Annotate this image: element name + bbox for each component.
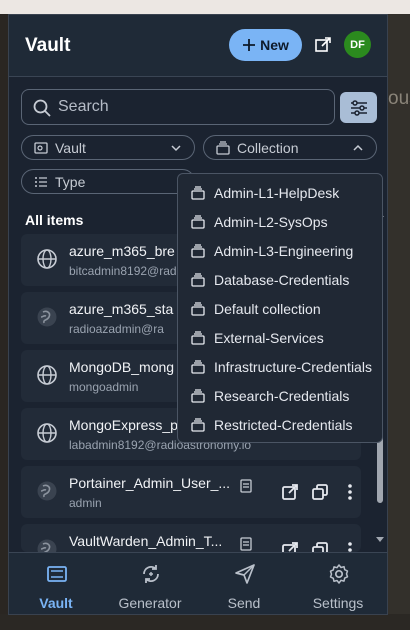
collection-option-label: Database-Credentials [214,271,350,288]
nav-vault-label: Vault [39,595,73,611]
app-logo-icon [37,307,57,327]
item-username: radioazadmin@ra [69,322,164,336]
generator-icon [143,565,159,583]
launch-icon[interactable] [281,483,299,501]
chevron-down-icon [171,145,181,152]
collection-option-label: Admin-L1-HelpDesk [214,184,340,201]
type-filter[interactable]: Type [21,169,195,194]
collection-option[interactable]: Admin-L3-Engineering [178,236,382,265]
collection-icon [191,185,205,200]
collection-option[interactable]: Infrastructure-Credentials [178,352,382,381]
collection-icon [216,140,230,155]
item-name: MongoDB_mong [69,359,175,375]
plus-icon [243,39,256,51]
popup-header: Vault New DF [9,15,387,77]
collection-icon [191,214,205,229]
chevron-up-icon [353,144,363,151]
browser-toolbar [0,0,410,14]
collection-option[interactable]: Database-Credentials [178,265,382,294]
nav-send-label: Send [227,595,261,611]
nav-generator[interactable]: Generator [103,553,197,614]
list-item[interactable]: VaultWarden_Admin_T... [21,524,361,552]
collection-icon [191,330,205,345]
app-logo-icon [37,539,57,552]
collection-option[interactable]: Admin-L1-HelpDesk [178,178,382,207]
item-username: admin [69,496,102,510]
globe-icon [37,365,57,385]
app-logo-icon [37,481,57,501]
filter-toggle-button[interactable] [340,92,377,123]
item-name: Portainer_Admin_User_... [69,475,231,491]
collection-option-label: External-Services [214,329,324,346]
collection-icon [191,388,205,403]
page-background-bottom [0,614,410,630]
search-box[interactable] [21,89,335,125]
bottom-nav: Vault Generator Send Settings [9,552,387,614]
background-page-text: ous [388,88,410,109]
item-name: VaultWarden_Admin_T... [69,533,223,549]
more-options-icon[interactable] [341,541,359,552]
extension-popup: Vault New DF Vault Collection [8,14,388,615]
list-icon [35,176,47,187]
collection-icon [240,479,252,493]
collection-option-label: Restricted-Credentials [214,416,353,433]
send-icon [235,564,255,584]
nav-settings[interactable]: Settings [291,553,385,614]
copy-icon[interactable] [311,483,329,501]
collection-option-label: Admin-L2-SysOps [214,213,328,230]
globe-icon [37,249,57,269]
collection-option-label: Infrastructure-Credentials [214,358,372,375]
collection-option-label: Default collection [214,300,321,317]
collection-icon [191,272,205,287]
collection-option[interactable]: Admin-L2-SysOps [178,207,382,236]
list-heading: All items [25,212,84,228]
search-icon [33,99,51,117]
collection-icon [191,359,205,374]
collection-icon [191,301,205,316]
collection-icon [191,243,205,258]
collection-option[interactable]: Restricted-Credentials [178,410,382,439]
new-item-label: New [260,37,289,53]
nav-send[interactable]: Send [197,553,291,614]
item-username: mongoadmin [69,380,139,394]
page-title: Vault [25,35,71,56]
collection-icon [240,537,252,551]
sliders-icon [350,99,367,116]
new-item-button[interactable]: New [229,29,302,61]
nav-vault[interactable]: Vault [9,553,103,614]
item-username: bitcadmin8192@radio [69,264,186,278]
globe-icon [37,423,57,443]
vault-filter[interactable]: Vault [21,135,195,160]
copy-icon[interactable] [311,541,329,552]
gear-icon [329,564,349,584]
type-filter-label: Type [55,173,86,190]
nav-settings-label: Settings [312,595,364,611]
launch-icon[interactable] [281,541,299,552]
collection-filter-label: Collection [237,139,299,156]
collection-option-label: Research-Credentials [214,387,350,404]
more-options-icon[interactable] [341,483,359,501]
collection-dropdown: Admin-L1-HelpDesk Admin-L2-SysOps Admin-… [177,173,383,443]
collection-option-label: Admin-L3-Engineering [214,242,354,259]
collection-option[interactable]: Research-Credentials [178,381,382,410]
nav-generator-label: Generator [118,595,182,611]
vault-filter-label: Vault [55,139,86,156]
popout-icon[interactable] [313,35,333,55]
collection-icon [191,417,205,432]
collection-option[interactable]: External-Services [178,323,382,352]
avatar[interactable]: DF [344,31,371,58]
item-name: azure_m365_sta [69,301,174,317]
collection-filter[interactable]: Collection [203,135,377,160]
collection-option[interactable]: Default collection [178,294,382,323]
vault-icon [47,566,67,582]
vault-icon [34,141,48,154]
item-name: azure_m365_bre [69,243,175,259]
list-item[interactable]: Portainer_Admin_User_... admin [21,466,361,518]
search-input[interactable] [58,90,328,124]
